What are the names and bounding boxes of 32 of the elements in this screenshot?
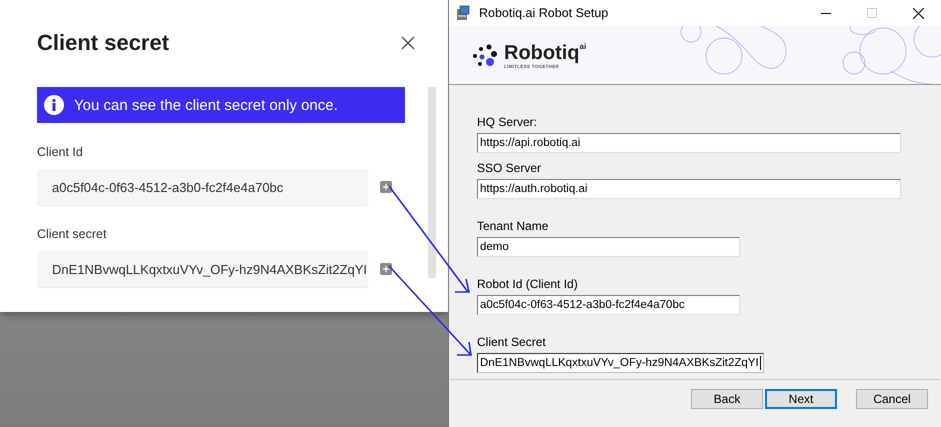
dialog-button[interactable]: Cancel bbox=[856, 389, 928, 409]
field-label: HQ Server: bbox=[477, 115, 538, 129]
readonly-field[interactable]: a0c5f04c-0f63-4512-a3b0-fc2f4e4a70bc bbox=[37, 169, 368, 205]
scrollbar[interactable] bbox=[428, 87, 436, 278]
copy-icon[interactable] bbox=[380, 181, 392, 193]
logo-icon bbox=[472, 43, 498, 67]
notice-text: You can see the client secret only once. bbox=[74, 96, 338, 114]
info-icon bbox=[44, 95, 64, 115]
field-label: Tenant Name bbox=[477, 219, 548, 233]
dialog-title: Client secret bbox=[37, 30, 170, 56]
field-label: Client Secret bbox=[477, 335, 546, 349]
text-field[interactable]: DnE1NBvwqLLKqxtxuVYv_OFy-hz9N4AXBKsZit2ZqYI bbox=[477, 353, 764, 373]
logo-wordmark: Robotiq bbox=[504, 42, 580, 64]
field-label: Robot Id (Client Id) bbox=[477, 277, 578, 291]
installer-icon bbox=[455, 5, 471, 21]
readonly-field[interactable]: DnE1NBvwqLLKqxtxuVYv_OFy-hz9N4AXBKsZit2ZqYI bbox=[37, 251, 368, 287]
close-icon[interactable] bbox=[401, 36, 415, 50]
text-field[interactable]: demo bbox=[477, 237, 740, 257]
window-title: Robotiq.ai Robot Setup bbox=[479, 6, 610, 20]
logo-suffix: ai bbox=[580, 42, 586, 50]
text-field[interactable]: https://api.robotiq.ai bbox=[477, 133, 901, 153]
dialog-button[interactable]: Next bbox=[765, 389, 837, 409]
close-icon[interactable] bbox=[912, 8, 924, 18]
field-label: Client Id bbox=[37, 145, 84, 159]
text-cursor bbox=[760, 356, 761, 370]
dialog-button[interactable]: Back bbox=[691, 389, 763, 409]
copy-icon[interactable] bbox=[380, 263, 392, 275]
field-label: SSO Server bbox=[477, 161, 542, 175]
minimize-icon[interactable] bbox=[821, 12, 831, 14]
text-field[interactable]: a0c5f04c-0f63-4512-a3b0-fc2f4e4a70bc bbox=[477, 295, 740, 315]
text-field[interactable]: https://auth.robotiq.ai bbox=[477, 179, 901, 199]
field-label: Client secret bbox=[37, 227, 108, 241]
